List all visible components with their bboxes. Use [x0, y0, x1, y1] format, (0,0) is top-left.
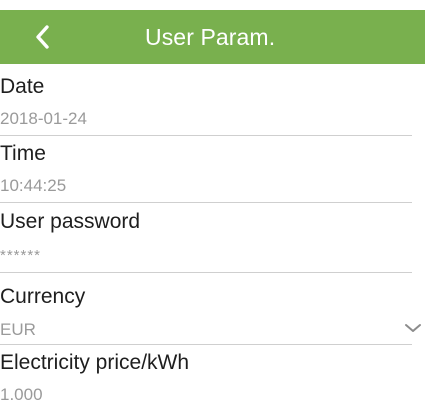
- chevron-down-icon[interactable]: [403, 322, 423, 334]
- header-bar: User Param.: [0, 10, 425, 64]
- divider: [0, 344, 412, 345]
- date-value[interactable]: 2018-01-24: [0, 109, 87, 129]
- electricity-price-label: Electricity price/kWh: [0, 351, 190, 374]
- currency-label: Currency: [0, 285, 86, 308]
- time-label: Time: [0, 142, 46, 165]
- password-value[interactable]: ******: [0, 246, 41, 266]
- currency-value[interactable]: EUR: [0, 320, 36, 340]
- divider: [0, 135, 412, 136]
- password-label: User password: [0, 210, 141, 233]
- electricity-price-value[interactable]: 1.000: [0, 385, 43, 405]
- page-title: User Param.: [145, 24, 276, 50]
- divider: [0, 272, 412, 273]
- chevron-left-icon: [36, 25, 49, 49]
- time-value[interactable]: 10:44:25: [0, 176, 66, 196]
- divider: [0, 202, 412, 203]
- date-label: Date: [0, 75, 45, 98]
- back-button[interactable]: [22, 18, 62, 56]
